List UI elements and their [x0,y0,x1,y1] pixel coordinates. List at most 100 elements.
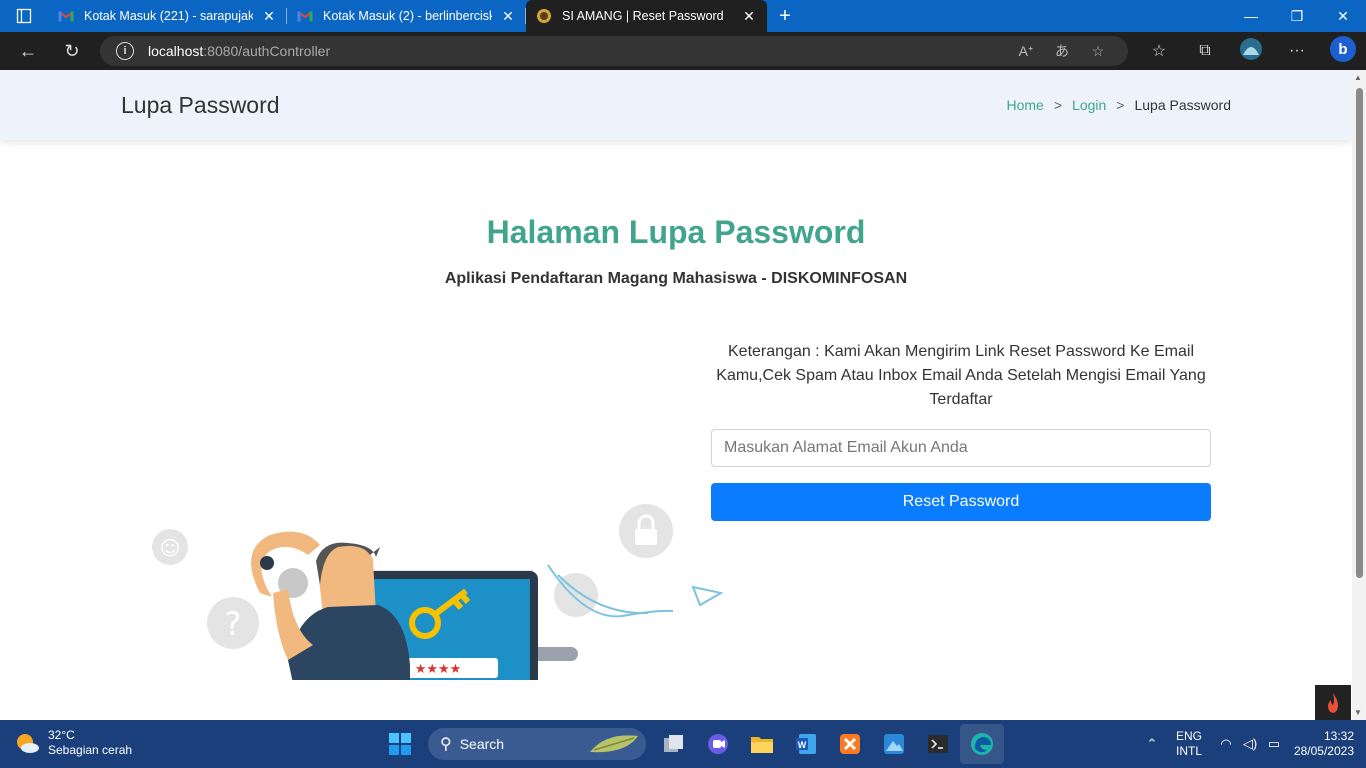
svg-text:?: ? [225,605,242,643]
language-code: ENG [1175,729,1202,743]
breadcrumb-home-link[interactable]: Home [1006,97,1043,113]
scroll-up-icon[interactable]: ▲ [1354,73,1362,82]
close-icon[interactable]: ✕ [500,8,516,25]
svg-text:W: W [798,740,807,750]
photos-icon [884,734,904,754]
main-title: Halaman Lupa Password [486,214,866,250]
breadcrumb-separator: > [1116,97,1125,113]
favorites-icon[interactable]: ☆ [1136,41,1182,61]
flame-icon [1328,692,1338,713]
reset-password-form: Keterangan : Kami Akan Mengirim Link Res… [711,340,1211,521]
browser-tab-3-active[interactable]: SI AMANG | Reset Password ✕ [526,0,767,32]
search-highlight-icon [590,735,638,753]
breadcrumb: Home > Login > Lupa Password [1006,97,1231,113]
site-logo-icon [536,8,552,24]
scroll-down-icon[interactable]: ▼ [1354,708,1362,717]
scrollbar-thumb[interactable] [1356,88,1363,578]
language-indicator[interactable]: ENG INTL [1164,729,1214,759]
word-button[interactable]: W [784,724,828,764]
teams-chat-button[interactable] [696,724,740,764]
partly-sunny-icon [17,734,39,753]
window-controls: — ❐ ✕ [1228,0,1366,32]
terminal-button[interactable] [916,724,960,764]
arrow-left-icon: ← [19,40,37,61]
chevron-up-icon[interactable]: ⌃ [1140,736,1164,752]
url-host: localhost [148,43,204,59]
new-tab-button[interactable]: + [767,0,803,32]
taskbar-search[interactable]: ⚲ Search [428,728,646,760]
volume-icon[interactable]: ◁) [1238,736,1262,752]
debug-toolbar-button[interactable] [1315,685,1351,720]
tab-actions-button[interactable] [0,0,48,32]
address-bar[interactable]: i localhost:8080/authController Aᐩ あ ☆ [100,36,1128,66]
start-button[interactable] [378,724,422,764]
back-button[interactable]: ← [6,32,50,70]
edge-button[interactable] [960,724,1004,764]
tab-actions-icon [16,8,32,24]
gmail-icon [58,8,74,24]
browser-tools: ☆ ⧉ ··· b [1136,32,1366,70]
profile-avatar[interactable] [1228,37,1274,66]
restore-button[interactable]: ❐ [1274,0,1320,32]
more-menu-icon[interactable]: ··· [1274,42,1320,60]
tab-title: SI AMANG | Reset Password [562,9,724,23]
window-close-button[interactable]: ✕ [1320,0,1366,32]
plus-icon: + [779,4,791,27]
task-view-button[interactable] [652,724,696,764]
svg-text:b: b [1338,41,1347,58]
battery-icon[interactable]: ▭ [1262,736,1286,752]
photos-button[interactable] [872,724,916,764]
browser-tab-bar: Kotak Masuk (221) - sarapujakes ✕ Kotak … [0,0,1366,32]
weather-temperature: 32°C [48,728,75,742]
gmail-icon [297,8,313,24]
keyboard-layout: INTL [1175,744,1202,758]
taskbar-apps: ⚲ Search W [378,724,1004,764]
windows-logo-icon [389,733,411,755]
page-scrollbar[interactable]: ▲ ▼ [1352,70,1366,720]
close-icon[interactable]: ✕ [741,8,757,25]
close-icon[interactable]: ✕ [261,8,277,25]
reset-instruction-note: Keterangan : Kami Akan Mengirim Link Res… [716,343,1206,408]
breadcrumb-current: Lupa Password [1134,97,1231,113]
xampp-button[interactable] [828,724,872,764]
collections-icon[interactable]: ⧉ [1182,42,1228,60]
bing-copilot-icon[interactable]: b [1320,35,1366,68]
url-path: :8080/authController [203,43,331,59]
edge-icon [971,733,993,755]
search-icon: ⚲ [440,736,452,753]
refresh-icon: ↻ [64,40,80,61]
breadcrumb-login-link[interactable]: Login [1072,97,1106,113]
page-title: Lupa Password [121,92,280,118]
reset-password-button[interactable]: Reset Password [711,483,1211,521]
terminal-icon [928,735,948,753]
wifi-icon[interactable]: ◠ [1214,736,1238,752]
read-aloud-icon[interactable]: Aᐩ [1008,43,1044,60]
page-header: Lupa Password Home > Login > Lupa Passwo… [0,70,1352,140]
svg-text:★★★★: ★★★★ [415,662,462,677]
tab-title: Kotak Masuk (2) - berlinbercisk2 [323,9,492,23]
forgot-password-illustration: ☺ ? ★★★★ [152,504,724,680]
minimize-button[interactable]: — [1228,0,1274,32]
add-favorite-icon[interactable]: ☆ [1080,43,1116,60]
chat-icon [708,734,728,754]
refresh-button[interactable]: ↻ [50,32,94,70]
windows-taskbar: 32°C Sebagian cerah ⚲ Search W ⌃ ENG INT… [0,720,1366,768]
site-info-icon[interactable]: i [116,42,134,60]
breadcrumb-separator: > [1053,97,1063,113]
translate-icon[interactable]: あ [1044,41,1080,61]
email-input[interactable] [711,429,1211,467]
clock-time: 13:32 [1323,729,1354,743]
browser-tab-1[interactable]: Kotak Masuk (221) - sarapujakes ✕ [48,0,287,32]
system-clock[interactable]: 13:32 28/05/2023 [1286,729,1366,759]
app-subtitle: Aplikasi Pendaftaran Magang Mahasiswa - … [444,270,908,287]
weather-description: Sebagian cerah [48,743,133,757]
browser-toolbar: ← ↻ i localhost:8080/authController Aᐩ あ… [0,32,1366,70]
file-explorer-button[interactable] [740,724,784,764]
browser-tab-2[interactable]: Kotak Masuk (2) - berlinbercisk2 ✕ [287,0,526,32]
weather-widget[interactable]: 32°C Sebagian cerah [14,728,132,758]
search-label: Search [459,736,505,752]
folder-icon [751,737,773,753]
word-icon: W [796,734,816,754]
svg-text:☺: ☺ [160,536,181,560]
task-view-icon [664,735,683,752]
